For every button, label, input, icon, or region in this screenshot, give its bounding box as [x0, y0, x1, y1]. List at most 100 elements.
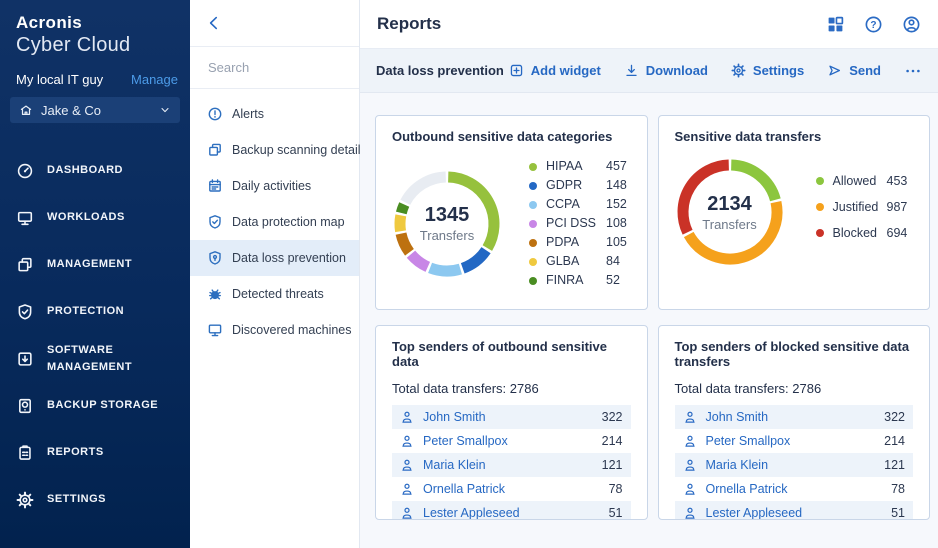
account-row: My local IT guy Manage	[0, 72, 190, 87]
legend-value: 987	[887, 199, 908, 216]
sender-link[interactable]: John Smith	[706, 410, 769, 424]
legend-dot	[529, 277, 537, 285]
legend-dot	[529, 258, 537, 266]
brand-name: Acronis	[16, 13, 174, 33]
donut-body: 1345 Transfers HIPAA 457 GDPR 148 CCPA 1…	[392, 157, 631, 290]
nav-item-software-management[interactable]: SOFTWARE MANAGEMENT	[0, 335, 190, 382]
download-icon	[624, 63, 639, 78]
sender-link[interactable]: Lester Appleseed	[423, 506, 520, 520]
nav-item-backup-storage[interactable]: BACKUP STORAGE	[0, 382, 190, 429]
legend-dot	[816, 229, 824, 237]
tenant-selector[interactable]: Jake & Co	[10, 97, 180, 123]
legend-value: 148	[606, 176, 627, 195]
nav-item-label: BACKUP STORAGE	[47, 397, 158, 414]
donut-chart	[392, 169, 502, 279]
sender-link[interactable]: Peter Smallpox	[423, 434, 508, 448]
donut-segment-pci-dss	[411, 254, 428, 267]
dashboard-icon	[16, 162, 34, 180]
legend-dot	[529, 182, 537, 190]
nav-item-management[interactable]: MANAGEMENT	[0, 241, 190, 288]
legend-label: HIPAA	[546, 157, 606, 176]
sender-link[interactable]: Ornella Patrick	[706, 482, 788, 496]
donut-segment-gdpr	[463, 250, 486, 268]
chart-legend: HIPAA 457 GDPR 148 CCPA 152 PCI DSS 108 …	[529, 157, 627, 290]
legend-dot	[529, 163, 537, 171]
report-item-detected-threats[interactable]: Detected threats	[190, 276, 359, 312]
donut-segment-ccpa	[430, 267, 460, 270]
sender-transfers: 51	[891, 506, 905, 520]
bug-icon	[207, 286, 223, 302]
search-row	[190, 47, 359, 89]
search-input[interactable]	[206, 59, 343, 76]
report-item-backup-scanning-details[interactable]: Backup scanning details	[190, 132, 359, 168]
widget-top-senders-of-outbound-sensitive-data: Top senders of outbound sensitive data T…	[375, 325, 648, 520]
sender-link[interactable]: Peter Smallpox	[706, 434, 791, 448]
alert-icon	[207, 106, 223, 122]
report-item-daily-activities[interactable]: Daily activities	[190, 168, 359, 204]
nav-item-workloads[interactable]: WORKLOADS	[0, 194, 190, 241]
sender-link[interactable]: Maria Klein	[423, 458, 486, 472]
help-icon: ?	[864, 15, 883, 34]
report-item-discovered-machines[interactable]: Discovered machines	[190, 312, 359, 348]
legend-value: 453	[887, 173, 908, 190]
sender-row: Ornella Patrick 78	[675, 477, 914, 501]
senders-list: John Smith 322 Peter Smallpox 214 Maria …	[392, 405, 631, 520]
nav-item-label: MANAGEMENT	[47, 256, 132, 273]
account-button[interactable]	[902, 15, 921, 34]
reports-sidebar: Alerts Backup scanning details Daily act…	[190, 0, 360, 548]
app-root: Acronis Cyber Cloud My local IT guy Mana…	[0, 0, 938, 548]
scanning-icon	[207, 142, 223, 158]
gear-icon	[731, 63, 746, 78]
download-button[interactable]: Download	[624, 63, 708, 78]
legend-dot	[816, 177, 824, 185]
settings-button[interactable]: Settings	[731, 63, 804, 78]
sender-transfers: 121	[884, 458, 905, 472]
nav-item-protection[interactable]: PROTECTION	[0, 288, 190, 335]
main-header: Reports ?	[360, 0, 938, 48]
action-label: Settings	[753, 63, 804, 78]
apps-grid-button[interactable]	[826, 15, 845, 34]
nav-item-reports[interactable]: REPORTS	[0, 429, 190, 476]
manage-link[interactable]: Manage	[131, 72, 178, 87]
nav-item-label: REPORTS	[47, 444, 104, 461]
person-icon	[400, 482, 414, 496]
sender-link[interactable]: Ornella Patrick	[423, 482, 505, 496]
person-icon	[683, 434, 697, 448]
sender-row: John Smith 322	[392, 405, 631, 429]
sender-link[interactable]: Lester Appleseed	[706, 506, 803, 520]
sender-link[interactable]: John Smith	[423, 410, 486, 424]
nav-item-dashboard[interactable]: DASHBOARD	[0, 147, 190, 194]
sender-row: Peter Smallpox 214	[392, 429, 631, 453]
apps-grid-icon	[826, 15, 845, 34]
legend-row: PCI DSS 108	[529, 214, 627, 233]
sender-transfers: 322	[884, 410, 905, 424]
back-button[interactable]	[205, 14, 223, 32]
person-icon	[400, 506, 414, 520]
widget-title: Top senders of blocked sensitive data tr…	[675, 339, 914, 369]
legend-value: 84	[606, 252, 627, 271]
more-icon	[904, 62, 922, 80]
sender-link[interactable]: Maria Klein	[706, 458, 769, 472]
report-item-data-protection-map[interactable]: Data protection map	[190, 204, 359, 240]
send-button[interactable]: Send	[827, 63, 881, 78]
action-label: Download	[646, 63, 708, 78]
chevron-left-icon	[205, 14, 223, 32]
widget-title: Top senders of outbound sensitive data	[392, 339, 631, 369]
report-item-data-loss-prevention[interactable]: Data loss prevention	[190, 240, 359, 276]
donut-segment-glba	[400, 215, 401, 231]
account-icon	[902, 15, 921, 34]
report-item-label: Data loss prevention	[232, 251, 346, 265]
legend-row: FINRA 52	[529, 271, 627, 290]
add-widget-button[interactable]: Add widget	[509, 63, 601, 78]
report-item-label: Backup scanning details	[232, 143, 367, 157]
more-actions-button[interactable]	[904, 62, 922, 80]
help-button[interactable]: ?	[864, 15, 883, 34]
send-icon	[827, 63, 842, 78]
nav-item-settings[interactable]: SETTINGS	[0, 476, 190, 523]
report-item-label: Alerts	[232, 107, 264, 121]
gear-icon	[16, 491, 34, 509]
sender-row: Maria Klein 121	[675, 453, 914, 477]
legend-label: GLBA	[546, 252, 606, 271]
donut-segment-hipaa	[448, 177, 494, 248]
report-item-alerts[interactable]: Alerts	[190, 96, 359, 132]
